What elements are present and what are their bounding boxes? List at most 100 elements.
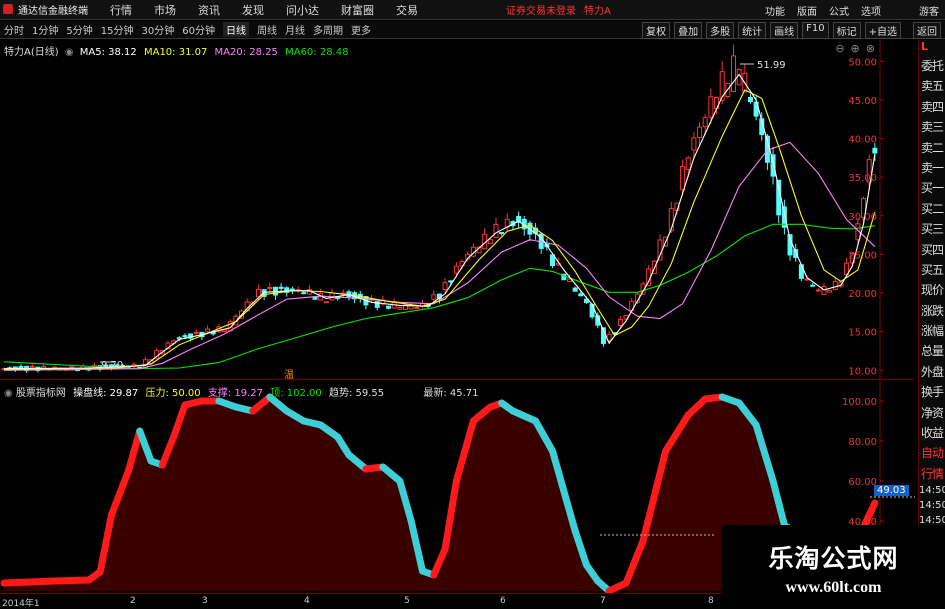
tool-overlay[interactable]: 叠加	[674, 22, 703, 39]
event-marker[interactable]: 温	[284, 369, 294, 381]
kline-chart[interactable]: 50.00 45.00 40.00 35.00 30.00 25.00 20.00 15.00…	[0, 40, 915, 381]
kline-panel[interactable]: 50.00 45.00 40.00 35.00 30.00 25.00 20.00 15.00…	[0, 40, 915, 381]
indicator-pressure: 压力: 50.00	[145, 388, 201, 399]
period-monthly[interactable]: 月线	[285, 22, 305, 37]
side-panel-item[interactable]: 买四	[919, 240, 945, 260]
side-panel-item[interactable]: 净资	[919, 403, 945, 423]
side-panel-item[interactable]: 委托	[919, 56, 945, 76]
tool-multi[interactable]: 多股	[706, 22, 735, 39]
app-title: 通达信金融终端	[0, 2, 102, 17]
side-panel-item[interactable]: 收益	[919, 423, 945, 443]
tool-stats[interactable]: 统计	[738, 22, 767, 39]
candle-body	[431, 294, 437, 300]
ma20-line	[3, 141, 876, 371]
side-panel-item[interactable]: 卖一	[919, 158, 945, 178]
menu-quotes[interactable]: 行情	[110, 2, 132, 18]
tool-adjust[interactable]: 复权	[642, 22, 671, 39]
period-15min[interactable]: 15分钟	[101, 22, 134, 37]
period-1min[interactable]: 1分钟	[32, 22, 58, 37]
side-panel-item[interactable]: 行情	[919, 464, 945, 484]
trade-login-status[interactable]: 证券交易未登录	[506, 2, 576, 17]
guest-label[interactable]: 游客	[919, 3, 939, 18]
side-panel-item[interactable]: 现价	[919, 280, 945, 300]
period-intraday[interactable]: 分时	[4, 22, 24, 37]
indicator-tick-label: 60.00	[848, 477, 877, 488]
menu-ask[interactable]: 问小达	[286, 2, 319, 18]
period-weekly[interactable]: 周线	[257, 22, 277, 37]
side-panel-item[interactable]: 14:50	[919, 499, 945, 514]
candle-body	[832, 281, 838, 290]
moving-average-lines	[3, 73, 876, 371]
watermark-url: www.60lt.com	[785, 579, 882, 596]
date-label-mar: 3	[202, 596, 208, 606]
settings-icon[interactable]: ◉	[65, 47, 74, 58]
indicator-tick-label: 100.00	[842, 397, 877, 408]
candle-body	[301, 292, 307, 295]
candlesticks	[1, 44, 878, 374]
candle-body	[312, 296, 318, 300]
ma10-legend: MA10: 31.07	[143, 47, 208, 58]
side-panel-item[interactable]: 涨幅	[919, 321, 945, 341]
period-5min[interactable]: 5分钟	[66, 22, 92, 37]
main-legend: 特力A(日线) ◉ MA5: 38.12 MA10: 31.07 MA20: 2…	[4, 43, 348, 58]
price-tick-label: 25.00	[848, 250, 877, 261]
back-button[interactable]: 返回	[913, 22, 941, 39]
tool-f10[interactable]: F10	[802, 22, 829, 39]
period-daily[interactable]: 日线	[222, 22, 249, 37]
price-tick-label: 10.00	[848, 366, 877, 377]
side-panel-item[interactable]: 买三	[919, 219, 945, 239]
ma60-legend: MA60: 28.48	[285, 47, 349, 58]
candle-body	[278, 286, 284, 289]
candle-body	[182, 335, 188, 338]
menu-function[interactable]: 功能	[765, 3, 785, 18]
ma5-line	[3, 73, 876, 370]
side-panel-item[interactable]: 卖五	[919, 76, 945, 96]
candle-body	[730, 55, 736, 93]
menu-options[interactable]: 选项	[861, 3, 881, 18]
side-panel-item[interactable]: 换手	[919, 382, 945, 402]
period-toolbar: 分时 1分钟 5分钟 15分钟 30分钟 60分钟 日线 周线 月线 多周期 更…	[0, 21, 945, 39]
menu-trade[interactable]: 交易	[396, 2, 418, 18]
date-label-jul: 7	[600, 596, 606, 606]
candle-body	[499, 231, 505, 234]
side-panel-item[interactable]: 外盘	[919, 362, 945, 382]
side-panel-item[interactable]: 买一	[919, 178, 945, 198]
period-multi[interactable]: 多周期	[313, 22, 343, 37]
tool-add-watch[interactable]: +自选	[864, 22, 901, 39]
indicator-settings-icon[interactable]: ◉	[4, 388, 13, 399]
menu-layout[interactable]: 版面	[797, 3, 817, 18]
indicator-latest: 最新: 45.71	[423, 388, 479, 399]
side-panel-label: L	[921, 40, 929, 53]
low-price-label: 9.70	[101, 360, 123, 371]
menu-bar: 通达信金融终端 行情 市场 资讯 发现 问小达 财富圈 交易 证券交易未登录 特…	[0, 0, 945, 20]
tool-draw[interactable]: 画线	[770, 22, 799, 39]
side-panel-item[interactable]: 14:50	[919, 484, 945, 499]
stock-name-title: 特力A	[584, 6, 611, 17]
candle-body	[487, 238, 493, 245]
candle-body	[680, 166, 686, 191]
menu-wealth[interactable]: 财富圈	[341, 2, 374, 18]
menu-news[interactable]: 资讯	[198, 2, 220, 18]
side-panel-item[interactable]: 总量	[919, 341, 945, 361]
side-panel-item[interactable]: 卖三	[919, 117, 945, 137]
side-panel-item[interactable]: 买二	[919, 199, 945, 219]
panel-controls[interactable]: ⊖⊕⊗	[835, 42, 881, 55]
side-panel-item[interactable]: 卖四	[919, 97, 945, 117]
candle-body	[747, 97, 753, 103]
side-panel-item[interactable]: 卖二	[919, 138, 945, 158]
menu-formula[interactable]: 公式	[829, 3, 849, 18]
period-more[interactable]: 更多	[351, 22, 371, 37]
menu-market[interactable]: 市场	[154, 2, 176, 18]
menu-discover[interactable]: 发现	[242, 2, 264, 18]
tool-mark[interactable]: 标记	[832, 22, 861, 39]
period-30min[interactable]: 30分钟	[141, 22, 174, 37]
candle-body	[493, 223, 499, 238]
side-panel-item[interactable]: 涨跌	[919, 301, 945, 321]
side-panel-item[interactable]: 买五	[919, 260, 945, 280]
period-60min[interactable]: 60分钟	[182, 22, 215, 37]
candle-body	[578, 293, 584, 297]
candle-body	[222, 329, 228, 333]
date-label-jan: 2014年1	[2, 599, 40, 609]
candle-body	[267, 287, 273, 290]
side-panel-item[interactable]: 自动	[919, 443, 945, 463]
